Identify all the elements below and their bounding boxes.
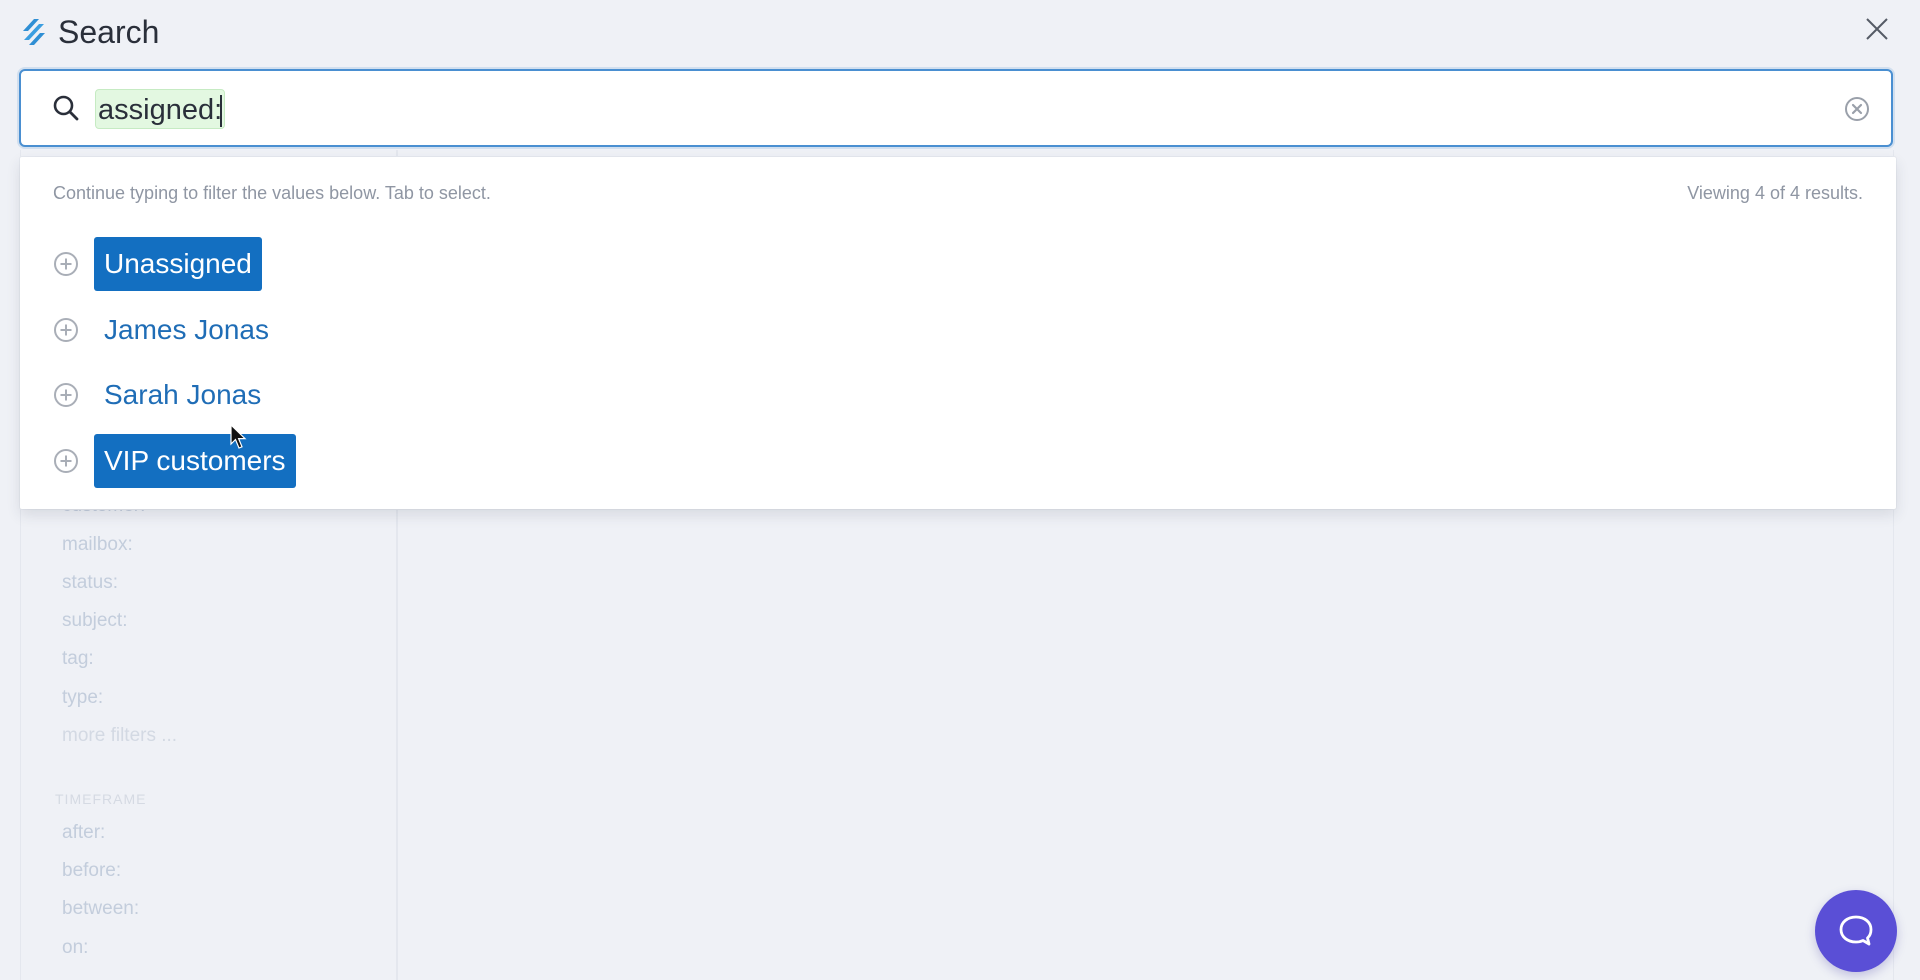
plus-circle-icon[interactable]	[53, 317, 79, 343]
result-label[interactable]: Unassigned	[94, 237, 262, 291]
search-icon	[53, 95, 79, 121]
autocomplete-dropdown: Continue typing to filter the values bel…	[20, 157, 1896, 509]
search-query-text: assigned:	[98, 94, 223, 126]
result-label[interactable]: VIP customers	[94, 434, 296, 488]
logo-icon	[23, 19, 45, 45]
result-label[interactable]: James Jonas	[94, 303, 279, 357]
mouse-cursor-icon	[230, 424, 247, 449]
plus-circle-icon[interactable]	[53, 251, 79, 277]
search-input[interactable]: assigned:	[19, 69, 1893, 147]
dropdown-hint: Continue typing to filter the values bel…	[53, 183, 491, 203]
results-count: Viewing 4 of 4 results.	[1687, 183, 1863, 203]
filter-tag[interactable]: tag:	[62, 648, 94, 670]
close-icon	[1866, 18, 1888, 40]
text-caret	[220, 95, 223, 128]
chat-bubble-icon	[1839, 915, 1873, 946]
plus-circle-icon[interactable]	[53, 448, 79, 474]
more-filters-link[interactable]: more filters ...	[62, 725, 177, 747]
close-button[interactable]	[1862, 14, 1892, 44]
filter-on[interactable]: on:	[62, 937, 88, 959]
search-query-token[interactable]: assigned:	[95, 89, 226, 129]
result-label[interactable]: Sarah Jonas	[94, 368, 271, 422]
plus-circle-icon[interactable]	[53, 382, 79, 408]
chat-button[interactable]	[1815, 890, 1897, 972]
result-item[interactable]: James Jonas	[53, 303, 279, 357]
filter-status[interactable]: status:	[62, 572, 118, 594]
filter-after[interactable]: after:	[62, 822, 105, 844]
timeframe-section-title: TIMEFRAME	[55, 791, 147, 807]
result-item[interactable]: Sarah Jonas	[53, 368, 271, 422]
filter-type[interactable]: type:	[62, 687, 103, 709]
header: Search	[20, 10, 159, 54]
result-item[interactable]: VIP customers	[53, 434, 296, 488]
result-item[interactable]: Unassigned	[53, 237, 262, 291]
filter-before[interactable]: before:	[62, 860, 121, 882]
filter-between[interactable]: between:	[62, 898, 139, 920]
page-title: Search	[58, 13, 160, 50]
filter-mailbox[interactable]: mailbox:	[62, 534, 133, 556]
clear-search-icon[interactable]	[1843, 95, 1871, 123]
filter-subject[interactable]: subject:	[62, 610, 127, 632]
